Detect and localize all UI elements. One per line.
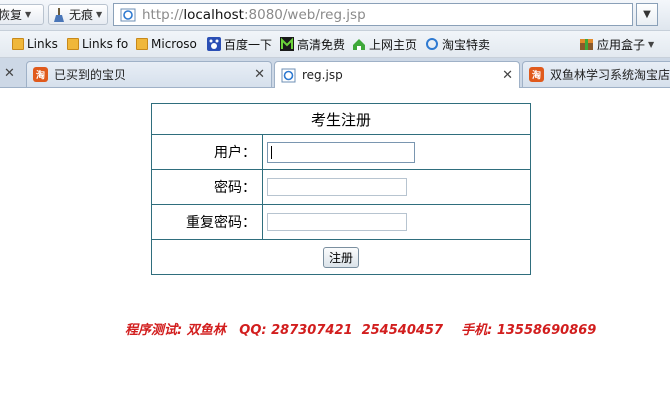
- bookmark-label: 高清免费: [297, 37, 346, 52]
- user-cell: [262, 134, 531, 170]
- broom-icon: [54, 7, 64, 22]
- text-cursor: [271, 145, 272, 159]
- chevron-down-icon: ▼: [648, 39, 655, 49]
- url-scheme: http://: [142, 6, 184, 23]
- chevron-down-icon: ▼: [643, 9, 651, 20]
- folder-icon: [67, 38, 79, 50]
- confirm-password-label: 重复密码：: [151, 204, 263, 240]
- bookmark-baidu[interactable]: 百度一下: [207, 35, 272, 53]
- password-cell: [262, 169, 531, 205]
- confirm-password-input[interactable]: [267, 213, 407, 231]
- bookmark-links-fo[interactable]: Links fo: [67, 35, 128, 53]
- bookmark-homepage[interactable]: 上网主页: [352, 35, 417, 53]
- bookmark-label: 上网主页: [369, 37, 418, 52]
- address-bar[interactable]: http://localhost:8080/web/reg.jsp: [113, 3, 633, 26]
- footer-contact-text: 程序测试: 双鱼林 QQ: 287307421 254540457 手机: 13…: [125, 323, 597, 338]
- bookmark-label: 淘宝特卖: [442, 37, 491, 52]
- tab-purchased[interactable]: 淘 已买到的宝贝 ✕: [26, 61, 272, 87]
- tab-label: 已买到的宝贝: [54, 68, 127, 82]
- close-icon[interactable]: ✕: [254, 67, 265, 82]
- close-icon[interactable]: ✕: [502, 68, 513, 83]
- url-path: :8080/web/reg.jsp: [243, 6, 366, 23]
- url-host: localhost: [183, 6, 244, 23]
- close-icon[interactable]: ✕: [4, 66, 15, 81]
- bookmark-links[interactable]: Links: [12, 35, 58, 53]
- private-mode-label: 无痕: [69, 8, 94, 22]
- username-input[interactable]: [267, 141, 415, 163]
- folder-icon: [12, 38, 24, 50]
- ie-page-icon: [120, 8, 136, 21]
- bookmark-label: 百度一下: [224, 37, 273, 52]
- tab-bar: ✕ 淘 已买到的宝贝 ✕ reg.jsp ✕ 淘 双鱼林学习系统淘宝店 -: [0, 58, 670, 88]
- user-label: 用户：: [151, 134, 263, 170]
- bookmark-label: Links fo: [82, 37, 129, 51]
- password-label: 密码：: [151, 169, 263, 205]
- bookmark-label: Links: [27, 37, 58, 51]
- chevron-down-icon: ▼: [25, 10, 32, 19]
- baidu-paw-icon: [207, 37, 221, 51]
- app-box-label: 应用盒子: [597, 37, 646, 52]
- taobao-icon: 淘: [529, 67, 544, 82]
- registration-form: 考生注册 用户： 密码： 重复密码： 注册: [151, 103, 531, 275]
- tab-label: 双鱼林学习系统淘宝店 -: [550, 68, 670, 82]
- submit-cell: 注册: [151, 239, 531, 275]
- app-box-icon: [580, 39, 593, 50]
- ie-page-icon: [426, 38, 438, 50]
- private-mode-button[interactable]: 无痕 ▼: [48, 4, 108, 25]
- tab-label: reg.jsp: [302, 68, 343, 82]
- bookmark-hd-free[interactable]: 高清免费: [280, 35, 345, 53]
- taobao-icon: 淘: [33, 67, 48, 82]
- register-button[interactable]: 注册: [322, 246, 359, 268]
- bookmark-taobao-sale[interactable]: 淘宝特卖: [425, 35, 490, 53]
- restore-button[interactable]: 恢复 ▼: [0, 4, 44, 25]
- hd-m-icon: [280, 37, 294, 51]
- restore-label: 恢复: [0, 8, 23, 22]
- chevron-down-icon: ▼: [96, 10, 103, 19]
- folder-icon: [136, 38, 148, 50]
- browser-toolbar: 恢复 ▼ 无痕 ▼ http://localhost:8080/web/reg.…: [0, 0, 670, 31]
- tab-taobao-store[interactable]: 淘 双鱼林学习系统淘宝店 -: [522, 61, 670, 87]
- bookmarks-bar: Links Links fo Microso 百度一下 高清免费 上网主页 淘宝…: [0, 31, 670, 58]
- form-title: 考生注册: [151, 103, 531, 135]
- bookmark-label: Microso: [151, 37, 197, 51]
- house-2345-icon: [353, 39, 365, 50]
- address-dropdown-button[interactable]: ▼: [636, 3, 658, 26]
- tab-reg-jsp[interactable]: reg.jsp ✕: [274, 61, 520, 88]
- app-box-button[interactable]: 应用盒子 ▼: [579, 35, 654, 53]
- confirm-password-cell: [262, 204, 531, 240]
- bookmark-microsoft[interactable]: Microso: [136, 35, 197, 53]
- ie-page-icon: [281, 68, 296, 82]
- password-input[interactable]: [267, 178, 407, 196]
- page-content: 考生注册 用户： 密码： 重复密码： 注册 程序测试: 双鱼林 QQ: 2873…: [0, 88, 670, 415]
